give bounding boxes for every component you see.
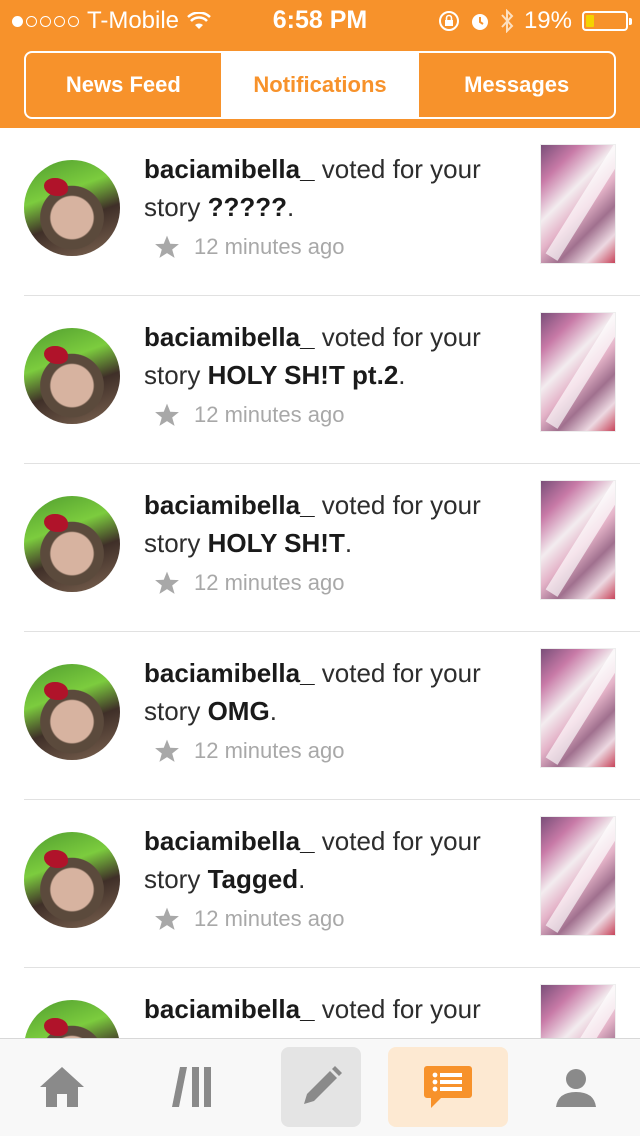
- notification-list: baciamibella_ voted for your story ?????…: [0, 128, 640, 1038]
- username[interactable]: baciamibella_: [144, 994, 315, 1024]
- segmented-tabs: News Feed Notifications Messages: [24, 51, 616, 119]
- rotation-lock-icon: [438, 11, 459, 31]
- tab-notifications[interactable]: Notifications: [222, 53, 420, 117]
- timestamp: 12 minutes ago: [194, 906, 345, 931]
- tab-news-feed[interactable]: News Feed: [26, 53, 223, 117]
- notification-item[interactable]: baciamibella_ voted for your: [24, 968, 640, 1038]
- nav-notifications[interactable]: [388, 1047, 508, 1127]
- notification-text: baciamibella_ voted for your story OMG.: [144, 658, 481, 726]
- story-cover-thumbnail[interactable]: [540, 984, 616, 1038]
- battery-icon: [582, 11, 632, 31]
- username[interactable]: baciamibella_: [144, 490, 315, 520]
- username[interactable]: baciamibella_: [144, 322, 315, 352]
- avatar[interactable]: [24, 1000, 120, 1038]
- star-icon: [155, 739, 179, 762]
- library-icon: [172, 1067, 211, 1107]
- avatar[interactable]: [24, 328, 120, 424]
- timestamp: 12 minutes ago: [194, 234, 345, 259]
- notification-item[interactable]: baciamibella_ voted for your story ?????…: [24, 128, 640, 296]
- username[interactable]: baciamibella_: [144, 658, 315, 688]
- avatar[interactable]: [24, 496, 120, 592]
- notifications-icon: [424, 1066, 472, 1108]
- star-icon: [155, 571, 179, 594]
- nav-library[interactable]: [132, 1047, 252, 1127]
- star-icon: [155, 403, 179, 426]
- home-icon: [40, 1067, 84, 1107]
- battery-percent: 19%: [523, 7, 572, 34]
- header: T-Mobile 6:58 PM 19% News Feed Notificat…: [0, 0, 640, 128]
- notification-text: baciamibella_ voted for your story HOLY …: [144, 322, 481, 390]
- nav-write[interactable]: [281, 1047, 361, 1127]
- nav-profile[interactable]: [516, 1047, 636, 1127]
- notification-text: baciamibella_ voted for your story ?????…: [144, 154, 481, 222]
- nav-home[interactable]: [2, 1047, 122, 1127]
- bottom-tab-bar: [0, 1038, 640, 1136]
- avatar[interactable]: [24, 160, 120, 256]
- story-title[interactable]: Tagged: [208, 864, 299, 894]
- notification-item[interactable]: baciamibella_ voted for your story OMG. …: [24, 632, 640, 800]
- story-cover-thumbnail[interactable]: [540, 648, 616, 768]
- timestamp: 12 minutes ago: [194, 402, 345, 427]
- notification-text: baciamibella_ voted for your: [144, 994, 481, 1024]
- timestamp: 12 minutes ago: [194, 570, 345, 595]
- story-cover-thumbnail[interactable]: [540, 480, 616, 600]
- star-icon: [155, 235, 179, 258]
- story-title[interactable]: ?????: [208, 192, 287, 222]
- avatar[interactable]: [24, 832, 120, 928]
- bluetooth-icon: [501, 9, 514, 33]
- tab-messages[interactable]: Messages: [419, 53, 614, 117]
- write-icon: [304, 1066, 342, 1104]
- story-title[interactable]: HOLY SH!T pt.2: [208, 360, 399, 390]
- timestamp: 12 minutes ago: [194, 738, 345, 763]
- username[interactable]: baciamibella_: [144, 826, 315, 856]
- notification-text: baciamibella_ voted for your story Tagge…: [144, 826, 481, 894]
- story-cover-thumbnail[interactable]: [540, 312, 616, 432]
- story-title[interactable]: OMG: [208, 696, 270, 726]
- star-icon: [155, 907, 179, 930]
- notification-item[interactable]: baciamibella_ voted for your story HOLY …: [24, 464, 640, 632]
- username[interactable]: baciamibella_: [144, 154, 315, 184]
- notification-item[interactable]: baciamibella_ voted for your story HOLY …: [24, 296, 640, 464]
- story-cover-thumbnail[interactable]: [540, 144, 616, 264]
- alarm-icon: [471, 14, 488, 30]
- notification-text: baciamibella_ voted for your story HOLY …: [144, 490, 481, 558]
- story-cover-thumbnail[interactable]: [540, 816, 616, 936]
- avatar[interactable]: [24, 664, 120, 760]
- profile-icon: [556, 1069, 596, 1107]
- status-bar: T-Mobile 6:58 PM 19%: [0, 0, 640, 40]
- story-title[interactable]: HOLY SH!T: [208, 528, 345, 558]
- notification-item[interactable]: baciamibella_ voted for your story Tagge…: [24, 800, 640, 968]
